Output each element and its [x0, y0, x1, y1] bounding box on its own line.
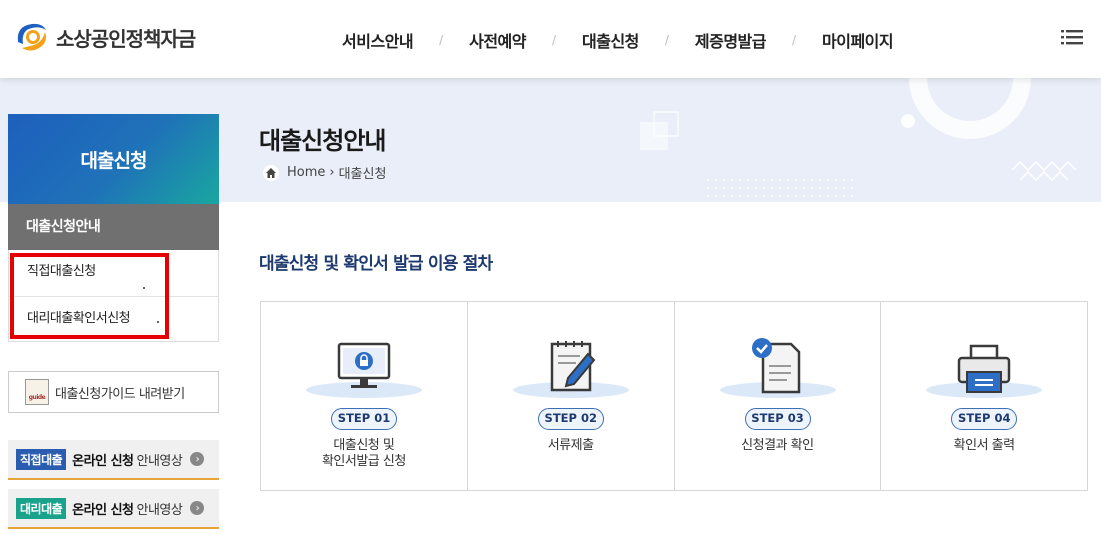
document-pen-icon	[550, 341, 596, 392]
document-check-icon	[751, 338, 800, 394]
sidebar-item-direct-loan[interactable]: 직접대출신청	[9, 250, 218, 296]
step-badge: STEP 03	[744, 408, 811, 430]
arrow-right-icon: ›	[190, 501, 205, 515]
step-badge: STEP 04	[951, 408, 1018, 430]
nav-separator: /	[664, 33, 669, 47]
step-label: 대출신청 및 확인서발급 신청	[321, 438, 406, 469]
breadcrumb: Home › 대출신청	[263, 163, 386, 182]
main-nav: 서비스안내 / 사전예약 / 대출신청 / 제증명발급 / 마이페이지	[342, 28, 894, 52]
nav-item-service-info[interactable]: 서비스안내	[342, 28, 414, 52]
procedure-section-title: 대출신청 및 확인서 발급 이용 절차	[259, 254, 493, 274]
sidebar-item-agency-loan-certificate[interactable]: 대리대출확인서신청	[9, 296, 218, 342]
agency-loan-video-button[interactable]: 대리대출 온라인 신청 안내영상 ›	[8, 489, 219, 529]
nav-item-pre-reservation[interactable]: 사전예약	[469, 28, 526, 52]
logo-text: 소상공인정책자금	[56, 26, 196, 51]
video-subtitle: 안내영상	[136, 502, 183, 518]
dot-marker	[157, 321, 159, 323]
page-title: 대출신청안내	[259, 127, 386, 155]
breadcrumb-current: 대출신청	[338, 167, 387, 182]
step-label: 신청결과 확인	[741, 438, 814, 453]
nav-separator: /	[439, 33, 444, 47]
video-tag: 직접대출	[16, 448, 67, 470]
sidebar-submenu: 직접대출신청 대리대출확인서신청	[8, 250, 219, 342]
download-guide-button[interactable]: guide 대출신청가이드 내려받기	[8, 371, 219, 413]
nav-item-loan-application[interactable]: 대출신청	[582, 28, 639, 52]
step-card: STEP 04 확인서 출력	[881, 302, 1087, 490]
direct-loan-video-button[interactable]: 직접대출 온라인 신청 안내영상 ›	[8, 440, 219, 480]
nav-separator: /	[791, 33, 797, 47]
video-subtitle: 안내영상	[136, 453, 183, 469]
home-icon[interactable]	[263, 164, 279, 181]
step-label: 확인서 출력	[953, 438, 1015, 453]
nav-item-certificate[interactable]: 제증명발급	[695, 28, 767, 52]
nav-separator: /	[551, 33, 557, 47]
video-tag: 대리대출	[16, 497, 67, 519]
step-badge: STEP 01	[331, 408, 397, 430]
site-header: 소상공인정책자금 서비스안내 / 사전예약 / 대출신청 / 제증명발급 / 마…	[0, 0, 1101, 78]
printer-icon	[958, 344, 1011, 393]
step-badge: STEP 02	[537, 408, 604, 430]
step-card: STEP 02 서류제출	[468, 302, 675, 490]
guide-book-icon: guide	[25, 379, 49, 405]
step-card: STEP 01 대출신청 및 확인서발급 신청	[261, 302, 468, 490]
step-card: STEP 03 신청결과 확인	[675, 302, 882, 490]
breadcrumb-home[interactable]: Home	[287, 165, 325, 180]
logo-icon	[17, 23, 46, 51]
sidebar-title: 대출신청	[8, 114, 219, 204]
site-logo[interactable]: 소상공인정책자금	[12, 20, 196, 54]
breadcrumb-separator: ›	[329, 165, 335, 180]
download-guide-label: 대출신청가이드 내려받기	[55, 386, 185, 402]
procedure-steps: STEP 01 대출신청 및 확인서발급 신청 STEP 02 서류제출 STE…	[260, 301, 1088, 491]
sidebar-item-label: 직접대출신청	[27, 264, 96, 279]
nav-item-mypage[interactable]: 마이페이지	[822, 28, 894, 52]
guide-icon-label: guide	[28, 394, 46, 401]
sidebar-item-label: 대리대출확인서신청	[27, 311, 131, 326]
monitor-lock-icon	[337, 342, 391, 388]
sidebar-item-loan-guide[interactable]: 대출신청안내	[8, 204, 219, 250]
dot-marker	[143, 287, 145, 289]
hamburger-menu-icon[interactable]	[1061, 28, 1083, 46]
video-title: 온라인 신청	[72, 453, 134, 469]
step-label: 서류제출	[547, 438, 594, 453]
video-title: 온라인 신청	[72, 502, 134, 518]
arrow-right-icon: ›	[190, 452, 205, 466]
